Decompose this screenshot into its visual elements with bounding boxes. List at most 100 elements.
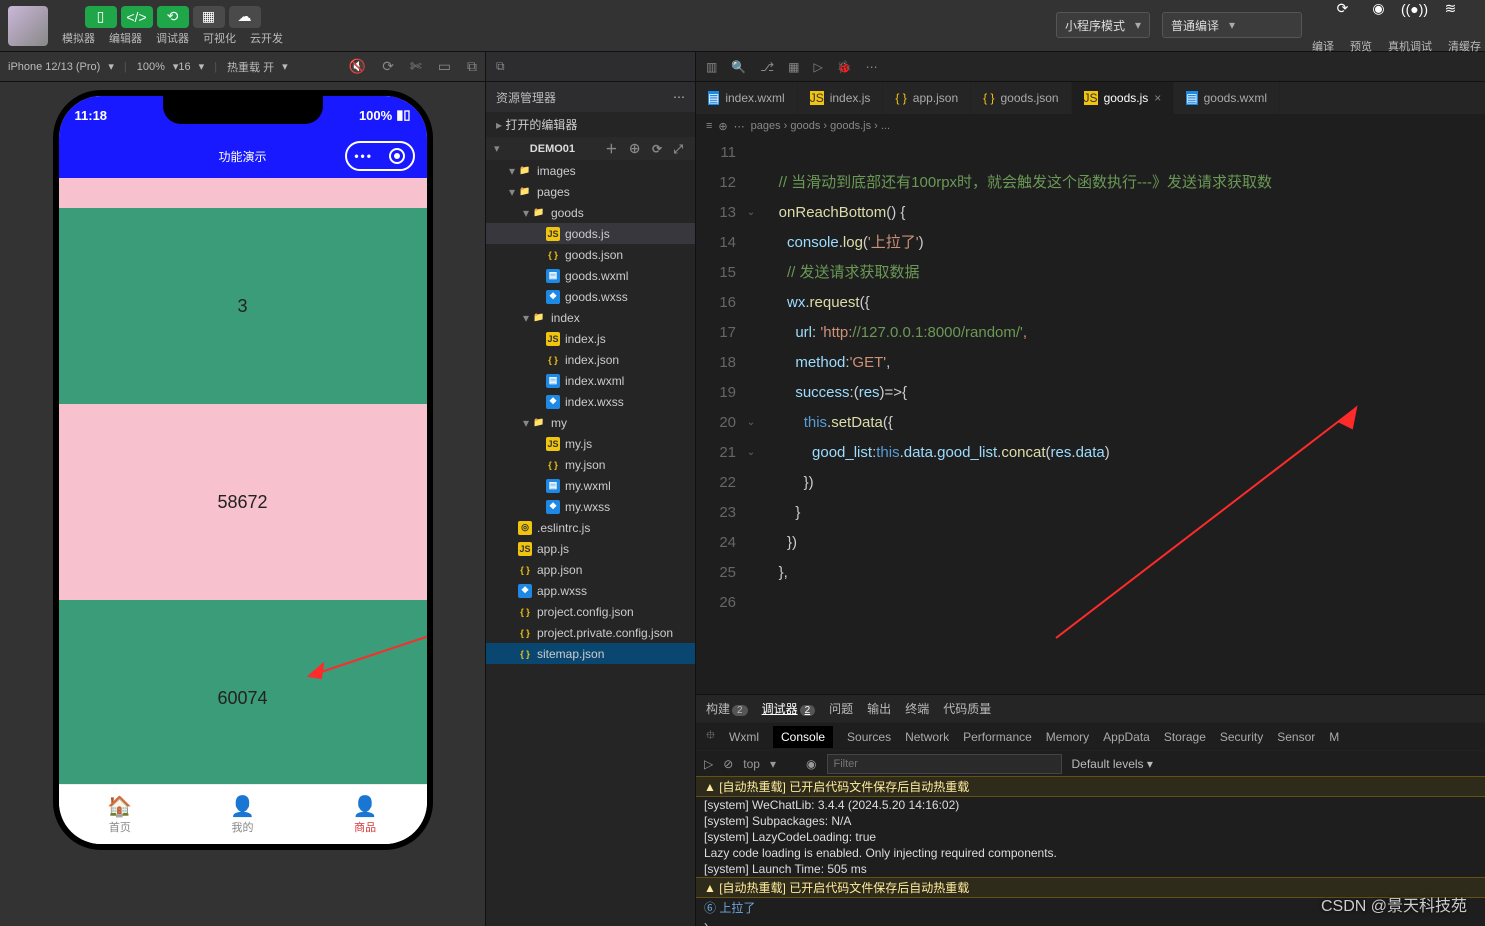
- avatar[interactable]: [8, 6, 48, 46]
- term-tab-代码质量[interactable]: 代码质量: [943, 700, 991, 717]
- tree-node-goods.js[interactable]: JSgoods.js: [486, 223, 695, 244]
- more-ed-icon[interactable]: ⋯: [866, 60, 878, 74]
- bug-icon[interactable]: 🐞: [837, 60, 852, 74]
- realdevice-icon[interactable]: ((●)): [1399, 0, 1431, 20]
- tree-node-goods.json[interactable]: { }goods.json: [486, 244, 695, 265]
- popout-icon[interactable]: ⧉: [467, 58, 477, 75]
- visual-toggle[interactable]: ▦: [193, 6, 225, 28]
- editor-tab-goods.js[interactable]: JSgoods.js×: [1072, 82, 1175, 114]
- tree-node-app.wxss[interactable]: ❖app.wxss: [486, 580, 695, 601]
- font-select[interactable]: 16: [178, 60, 204, 73]
- console-filter[interactable]: [827, 754, 1062, 774]
- devtab-Sources[interactable]: Sources: [847, 730, 891, 744]
- devtab-Network[interactable]: Network: [905, 730, 949, 744]
- tree-node-.eslintrc.js[interactable]: ◎.eslintrc.js: [486, 517, 695, 538]
- mute-icon[interactable]: 🔇: [349, 58, 366, 75]
- tree-node-images[interactable]: ▾📁images: [486, 160, 695, 181]
- cloud-toggle[interactable]: ☁: [229, 6, 261, 28]
- tree-node-goods[interactable]: ▾📁goods: [486, 202, 695, 223]
- run-icon[interactable]: ▷: [813, 60, 822, 74]
- tree-node-app.json[interactable]: { }app.json: [486, 559, 695, 580]
- close-icon[interactable]: ×: [1154, 91, 1161, 105]
- cut-icon[interactable]: ✄: [410, 58, 422, 75]
- devtab-Storage[interactable]: Storage: [1164, 730, 1206, 744]
- console-play-icon[interactable]: ▷: [704, 757, 713, 771]
- tree-node-pages[interactable]: ▾📁pages: [486, 181, 695, 202]
- tree-node-my[interactable]: ▾📁my: [486, 412, 695, 433]
- refresh-icon[interactable]: ⟳: [382, 58, 394, 75]
- tree-node-index.json[interactable]: { }index.json: [486, 349, 695, 370]
- capsule-close-icon[interactable]: [389, 148, 405, 164]
- capsule-menu-icon[interactable]: •••: [354, 149, 373, 163]
- editor-tab-app.json[interactable]: { }app.json: [883, 82, 971, 114]
- tree-node-project.config.json[interactable]: { }project.config.json: [486, 601, 695, 622]
- more-icon[interactable]: ⋯: [673, 90, 685, 104]
- tree-node-project.private.config.json[interactable]: { }project.private.config.json: [486, 622, 695, 643]
- tree-node-my.wxml[interactable]: ▤my.wxml: [486, 475, 695, 496]
- editor-tab-index.wxml[interactable]: ▤index.wxml: [696, 82, 798, 114]
- context-select[interactable]: top: [743, 757, 760, 771]
- inspect-icon[interactable]: ⯐: [706, 726, 715, 747]
- simulator-toggle[interactable]: ▯: [85, 6, 117, 28]
- tree-node-sitemap.json[interactable]: { }sitemap.json: [486, 643, 695, 664]
- tree-node-index[interactable]: ▾📁index: [486, 307, 695, 328]
- devtab-Memory[interactable]: Memory: [1046, 730, 1089, 744]
- devtab-Wxml[interactable]: Wxml: [729, 730, 759, 744]
- zoom-select[interactable]: 100%: [137, 60, 179, 73]
- tree-node-index.wxml[interactable]: ▤index.wxml: [486, 370, 695, 391]
- devtab-Console[interactable]: Console: [773, 726, 833, 748]
- tree-node-goods.wxss[interactable]: ❖goods.wxss: [486, 286, 695, 307]
- tree-node-index.js[interactable]: JSindex.js: [486, 328, 695, 349]
- eye-icon[interactable]: ◉: [806, 757, 816, 771]
- hotreload-select[interactable]: 热重载 开: [227, 59, 288, 75]
- devtab-AppData[interactable]: AppData: [1103, 730, 1150, 744]
- term-tab-调试器[interactable]: 调试器2: [762, 700, 816, 717]
- devtab-M[interactable]: M: [1329, 730, 1339, 744]
- open-editors-section[interactable]: 打开的编辑器: [486, 112, 695, 137]
- tree-node-my.json[interactable]: { }my.json: [486, 454, 695, 475]
- levels-select[interactable]: Default levels ▾: [1072, 757, 1153, 771]
- project-actions[interactable]: ＋ ⊕ ⟳ ⤢: [605, 140, 687, 157]
- term-tab-构建[interactable]: 构建2: [706, 700, 748, 717]
- devtab-Sensor[interactable]: Sensor: [1277, 730, 1315, 744]
- term-tab-终端[interactable]: 终端: [905, 700, 929, 717]
- project-header[interactable]: DEMO01 ＋ ⊕ ⟳ ⤢: [486, 137, 695, 160]
- mode-select[interactable]: 小程序模式: [1056, 12, 1150, 38]
- list-icon[interactable]: ≡: [706, 120, 712, 132]
- more-bc-icon[interactable]: ⋯: [734, 120, 745, 133]
- editor-tab-goods.wxml[interactable]: ▤goods.wxml: [1174, 82, 1280, 114]
- devtab-Performance[interactable]: Performance: [963, 730, 1032, 744]
- console-clear-icon[interactable]: ⊘: [723, 757, 733, 771]
- code-editor[interactable]: 11121314151617181920212223242526 ⌄⌄⌄ // …: [696, 138, 1485, 694]
- ext-icon[interactable]: ▦: [788, 60, 799, 74]
- compile-icon[interactable]: ⟳: [1327, 0, 1359, 20]
- tree-node-app.js[interactable]: JSapp.js: [486, 538, 695, 559]
- editor-toggle[interactable]: </>: [121, 6, 153, 28]
- capsule-button[interactable]: •••: [345, 141, 415, 171]
- tab-商品[interactable]: 👤商品: [304, 785, 427, 844]
- term-tab-问题[interactable]: 问题: [829, 700, 853, 717]
- breadcrumb-path[interactable]: pages › goods › goods.js › ...: [751, 120, 890, 132]
- device-select[interactable]: iPhone 12/13 (Pro): [8, 60, 114, 73]
- tab-我的[interactable]: 👤我的: [181, 785, 304, 844]
- console-output[interactable]: ▲ [自动热重载] 已开启代码文件保存后自动热重载[system] WeChat…: [696, 776, 1485, 926]
- term-tab-输出[interactable]: 输出: [867, 700, 891, 717]
- tree-node-my.wxss[interactable]: ❖my.wxss: [486, 496, 695, 517]
- tree-node-index.wxss[interactable]: ❖index.wxss: [486, 391, 695, 412]
- scm-icon[interactable]: ⎇: [760, 60, 774, 74]
- editor-tab-goods.json[interactable]: { }goods.json: [971, 82, 1071, 114]
- tree-node-goods.wxml[interactable]: ▤goods.wxml: [486, 265, 695, 286]
- editor-tab-index.js[interactable]: JSindex.js: [798, 82, 884, 114]
- tree-node-my.js[interactable]: JSmy.js: [486, 433, 695, 454]
- devtab-Security[interactable]: Security: [1220, 730, 1263, 744]
- search-icon[interactable]: 🔍: [731, 60, 746, 74]
- sidebar-icon[interactable]: ▥: [706, 60, 717, 74]
- breadcrumb[interactable]: ≡ ⊕ ⋯ pages › goods › goods.js › ...: [696, 114, 1485, 138]
- tab-首页[interactable]: 🏠首页: [59, 785, 182, 844]
- preview-icon[interactable]: ◉: [1363, 0, 1395, 20]
- debugger-toggle[interactable]: ⟲: [157, 6, 189, 28]
- split-icon[interactable]: ⧉: [496, 59, 505, 74]
- clearcache-icon[interactable]: ≋: [1435, 0, 1467, 20]
- compile-select[interactable]: 普通编译: [1162, 12, 1302, 38]
- rotate-icon[interactable]: ▭: [438, 58, 451, 75]
